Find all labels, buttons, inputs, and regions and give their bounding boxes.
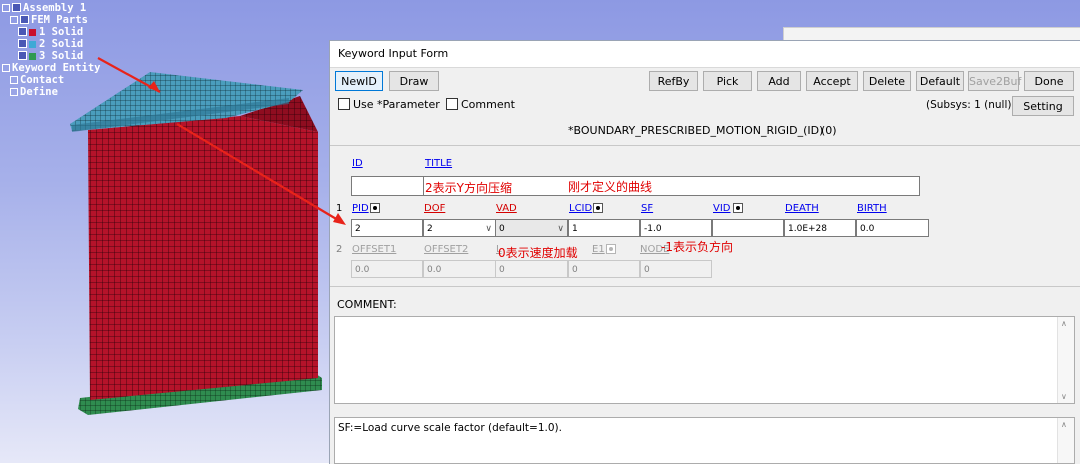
add-button[interactable]: Add [757, 71, 801, 91]
comment-label: COMMENT: [337, 298, 397, 311]
id-field-label[interactable]: ID [352, 158, 363, 169]
offset2-label: OFFSET2 [424, 244, 469, 255]
dialog-title: Keyword Input Form [330, 41, 1080, 68]
tree-item-assembly[interactable]: Assembly 1 [2, 2, 101, 14]
newid-button[interactable]: NewID [335, 71, 383, 91]
model-tree[interactable]: Assembly 1 FEM Parts 1 Solid 2 Solid 3 S… [2, 2, 101, 98]
tree-item-solid-1[interactable]: 1 Solid [2, 26, 101, 38]
pid-input[interactable]: 2 [351, 219, 423, 237]
expand-toggle-icon[interactable] [10, 76, 18, 84]
chevron-down-icon: ∨ [485, 224, 492, 234]
lcid-pick-icon[interactable] [593, 203, 603, 213]
use-parameter-checkbox[interactable]: Use *Parameter [338, 98, 440, 111]
id-input[interactable] [351, 176, 424, 196]
node1-input[interactable]: 0 [568, 260, 640, 278]
offset1-input[interactable]: 0.0 [351, 260, 423, 278]
vad-label[interactable]: VAD [496, 203, 517, 214]
pid-label[interactable]: PID [352, 203, 369, 214]
delete-button[interactable]: Delete [863, 71, 911, 91]
row-number-1: 1 [336, 203, 343, 214]
divider [330, 286, 1080, 287]
subsys-label: (Subsys: 1 (null)) [926, 99, 1016, 111]
solid-block-red-front [88, 116, 318, 400]
comment-checkbox[interactable]: Comment [446, 98, 515, 111]
color-swatch-icon [29, 53, 36, 60]
keyword-input-form: Keyword Input Form NewID Draw RefBy Pick… [329, 40, 1080, 464]
comment-textarea[interactable]: ∧ ∨ [334, 316, 1075, 404]
birth-label[interactable]: BIRTH [857, 203, 887, 214]
help-textarea[interactable]: SF:=Load curve scale factor (default=1.0… [334, 417, 1075, 464]
checkbox-icon[interactable] [12, 3, 21, 12]
death-input[interactable]: 1.0E+28 [784, 219, 856, 237]
scroll-up-icon[interactable]: ∧ [1061, 420, 1067, 429]
offset2-input[interactable]: 0.0 [423, 260, 496, 278]
pick-button[interactable]: Pick [703, 71, 752, 91]
node2-input[interactable]: 0 [640, 260, 712, 278]
vid-label[interactable]: VID [713, 203, 731, 214]
tree-item-keyword-entity[interactable]: Keyword Entity [2, 62, 101, 74]
expand-toggle-icon[interactable] [2, 4, 10, 12]
dof-label[interactable]: DOF [424, 203, 445, 214]
tree-item-fem-parts[interactable]: FEM Parts [2, 14, 101, 26]
done-button[interactable]: Done [1024, 71, 1074, 91]
expand-toggle-icon[interactable] [2, 64, 10, 72]
tree-item-define[interactable]: Define [2, 86, 101, 98]
birth-input[interactable]: 0.0 [856, 219, 929, 237]
help-text: SF:=Load curve scale factor (default=1.0… [338, 422, 562, 434]
scrollbar[interactable]: ∧ ∨ [1057, 317, 1074, 403]
dof-select[interactable]: 2 ∨ [423, 219, 496, 237]
tree-item-contact[interactable]: Contact [2, 74, 101, 86]
checkbox-icon [446, 98, 458, 110]
scrollbar[interactable]: ∧ [1057, 418, 1074, 463]
node1-pick-icon [606, 244, 616, 254]
row-number-2: 2 [336, 244, 343, 255]
curve-annotation: 刚才定义的曲线 [568, 180, 653, 194]
tree-item-solid-3[interactable]: 3 Solid [2, 50, 101, 62]
keyword-name: *BOUNDARY_PRESCRIBED_MOTION_RIGID_(ID) [568, 124, 824, 137]
sf-input[interactable]: -1.0 [640, 219, 712, 237]
lrb-input[interactable]: 0 [495, 260, 568, 278]
expand-toggle-icon[interactable] [10, 16, 18, 24]
pid-pick-icon[interactable] [370, 203, 380, 213]
sf-annotation: -1表示负方向 [661, 240, 733, 254]
checkbox-icon[interactable] [18, 27, 27, 36]
color-swatch-icon [29, 41, 36, 48]
offset1-label: OFFSET1 [352, 244, 397, 255]
death-label[interactable]: DEATH [785, 203, 819, 214]
scroll-up-icon[interactable]: ∧ [1061, 319, 1067, 328]
checkbox-icon[interactable] [18, 51, 27, 60]
vid-input[interactable] [712, 219, 784, 237]
draw-button[interactable]: Draw [389, 71, 439, 91]
checkbox-icon [338, 98, 350, 110]
refby-button[interactable]: RefBy [649, 71, 698, 91]
scroll-down-icon[interactable]: ∨ [1061, 392, 1067, 401]
lcid-input[interactable]: 1 [568, 219, 640, 237]
chevron-down-icon: ∨ [557, 224, 564, 234]
color-swatch-icon [29, 29, 36, 36]
expand-toggle-icon[interactable] [10, 88, 18, 96]
lcid-label[interactable]: LCID [569, 203, 592, 214]
vad-annotation: 0表示速度加载 [498, 246, 578, 260]
node1-label: E1 [592, 244, 605, 255]
checkbox-icon[interactable] [18, 39, 27, 48]
accept-button[interactable]: Accept [806, 71, 858, 91]
default-button[interactable]: Default [916, 71, 964, 91]
vad-select[interactable]: 0 ∨ [495, 219, 568, 237]
checkbox-icon[interactable] [20, 15, 29, 24]
dof-annotation: 2表示Y方向压缩 [425, 181, 512, 195]
divider [330, 145, 1080, 146]
save2buf-button[interactable]: Save2Buf [968, 71, 1021, 91]
setting-button[interactable]: Setting [1012, 96, 1074, 116]
keyword-count: (0) [821, 124, 837, 137]
sf-label[interactable]: SF [641, 203, 653, 214]
tree-item-solid-2[interactable]: 2 Solid [2, 38, 101, 50]
vid-pick-icon[interactable] [733, 203, 743, 213]
title-field-label[interactable]: TITLE [425, 158, 452, 169]
